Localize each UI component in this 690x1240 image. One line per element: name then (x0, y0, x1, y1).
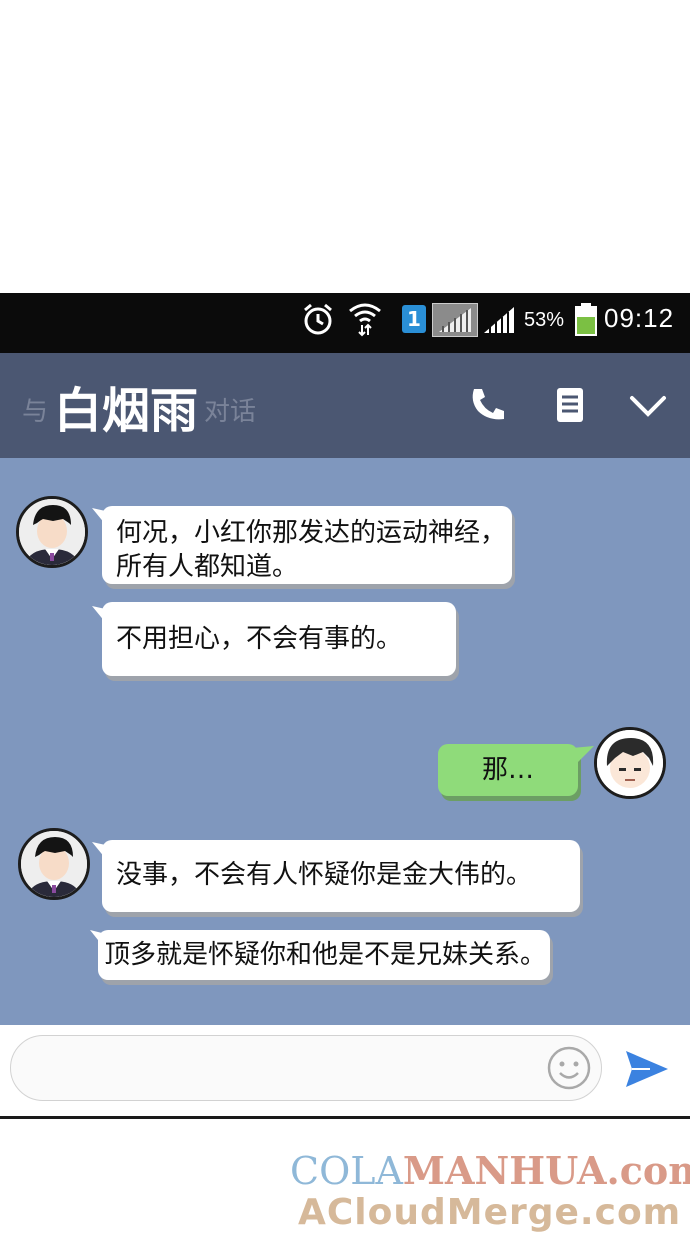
sim-slot-badge: 1 (402, 305, 426, 333)
message-input[interactable] (10, 1035, 602, 1101)
signal-strength-icon (432, 303, 478, 337)
emoji-icon[interactable] (546, 1045, 592, 1091)
battery-percent: 53% (524, 309, 565, 331)
bubble-tail (92, 606, 110, 628)
message-bubble-outgoing[interactable]: 那… (438, 744, 578, 796)
status-bar: 1 53% 09:12 (0, 293, 690, 353)
message-line: 何况，小红你那发达的运动神经， (116, 518, 507, 548)
watermark-part-2: MANHUA.com (402, 1148, 690, 1193)
status-clock: 09:12 (604, 303, 675, 333)
avatar-man-icon (21, 831, 87, 897)
header-prefix: 与 (22, 397, 49, 427)
message-input-bar (0, 1025, 690, 1119)
alarm-clock-icon (304, 303, 332, 335)
message-line: 没事，不会有人怀疑你是金大伟的。 (116, 860, 533, 890)
message-bubble-incoming[interactable]: 没事，不会有人怀疑你是金大伟的。 (102, 840, 580, 912)
memo-icon[interactable] (550, 385, 590, 425)
bubble-tail (92, 508, 110, 530)
contact-avatar (16, 496, 88, 568)
chevron-down-icon[interactable] (628, 385, 668, 425)
message-bubble-incoming[interactable]: 顶多就是怀疑你和他是不是兄妹关系。 (98, 930, 550, 980)
message-bubble-incoming[interactable]: 何况，小红你那发达的运动神经， 所有人都知道。 (102, 506, 512, 584)
watermark-line-2: ACloudMerge.com (298, 1192, 682, 1233)
message-line: 所有人都知道。 (116, 552, 299, 582)
signal-strength-icon-2 (484, 307, 514, 333)
user-avatar (594, 727, 666, 799)
avatar-man-icon (19, 499, 85, 565)
avatar-boy-icon (597, 730, 663, 796)
chat-header: 与 白烟雨 对话 (0, 353, 690, 458)
bubble-tail (90, 930, 106, 950)
watermark-part-1: COLA (290, 1149, 403, 1193)
message-bubble-incoming[interactable]: 不用担心，不会有事的。 (102, 602, 456, 676)
contact-name: 白烟雨 (54, 383, 199, 439)
message-line: 那… (481, 755, 534, 785)
message-line: 不用担心，不会有事的。 (116, 624, 403, 654)
bubble-tail (92, 842, 110, 864)
bubble-tail (572, 746, 594, 768)
message-line: 顶多就是怀疑你和他是不是兄妹关系。 (104, 940, 547, 970)
chat-area: 何况，小红你那发达的运动神经， 所有人都知道。 不用担心，不会有事的。 那… 没… (0, 458, 690, 1025)
wifi-icon (349, 303, 381, 337)
header-suffix: 对话 (204, 397, 257, 427)
phone-call-icon[interactable] (468, 385, 508, 425)
blank-top-area (0, 0, 690, 293)
send-icon[interactable] (622, 1045, 670, 1093)
phone-screen: 1 53% 09:12 与 白烟雨 对话 何况，小红你那发达的运动神经， 所有人… (0, 293, 690, 1119)
watermark-line-1: COLAMANHUA.com (290, 1148, 690, 1193)
battery-icon (575, 303, 597, 336)
contact-avatar (18, 828, 90, 900)
